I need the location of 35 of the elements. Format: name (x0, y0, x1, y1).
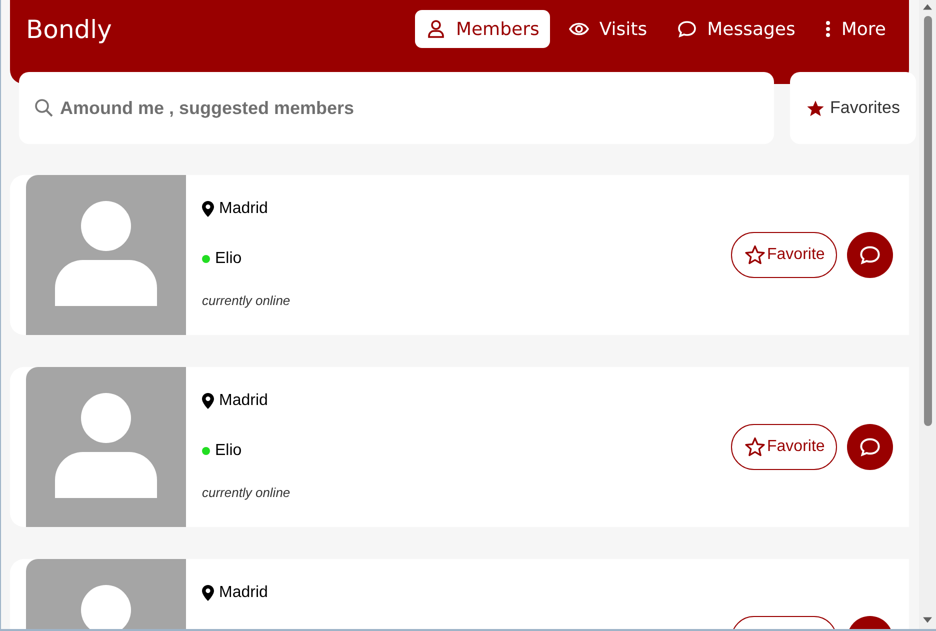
star-icon (744, 436, 766, 458)
favorites-button[interactable]: Favorites (790, 72, 916, 144)
scroll-thumb[interactable] (924, 16, 932, 426)
star-icon (744, 244, 766, 266)
nav-tab[interactable]: More (814, 10, 897, 48)
scrollbar[interactable] (919, 0, 936, 629)
search-field[interactable]: Amound me , suggested members (19, 72, 774, 144)
chat-icon (859, 436, 881, 458)
chat-icon (859, 244, 881, 266)
message-button[interactable] (847, 424, 893, 470)
search-icon (34, 98, 54, 118)
message-button[interactable] (847, 232, 893, 278)
nav-tab[interactable]: Messages (666, 10, 806, 48)
brand-logo[interactable]: Bondly (26, 15, 112, 44)
favorite-button[interactable]: Favorite (731, 232, 837, 278)
person-icon (426, 19, 446, 39)
status-text: currently online (202, 485, 292, 500)
location-text: Madrid (219, 392, 268, 410)
nav-tab[interactable]: Visits (558, 10, 658, 48)
location-pin-icon (202, 201, 214, 217)
location-text: Madrid (219, 200, 268, 218)
star-icon (806, 98, 826, 118)
scroll-up-icon (923, 4, 932, 10)
search-field[interactable]: Amound me , suggested members (58, 96, 774, 120)
member-name[interactable]: Elio (215, 250, 242, 268)
location-text: Madrid (219, 584, 268, 602)
more-icon (825, 19, 832, 39)
scroll-down-icon (923, 617, 932, 623)
nav-tab[interactable]: Members (414, 10, 550, 48)
status-text: currently online (202, 293, 292, 308)
favorite-button[interactable]: Favorite (731, 424, 837, 470)
chat-icon (677, 19, 698, 39)
location-pin-icon (202, 585, 214, 601)
location-pin-icon (202, 393, 214, 409)
member-name[interactable]: Elio (215, 442, 242, 460)
